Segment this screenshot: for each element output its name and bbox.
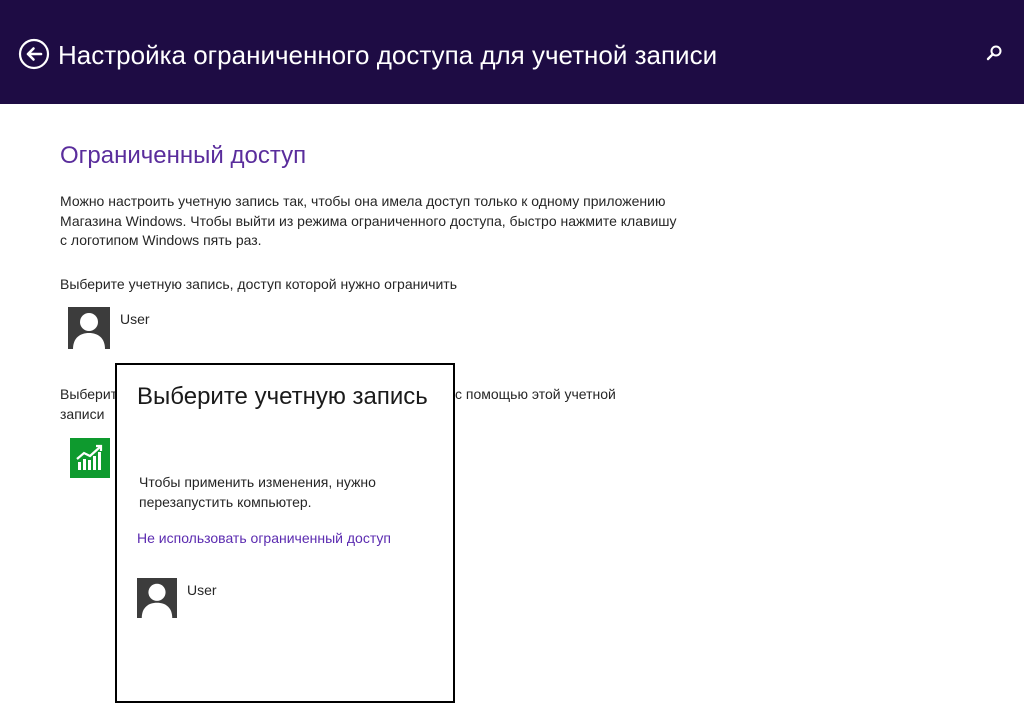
- description-text: Можно настроить учетную запись так, чтоб…: [60, 193, 677, 248]
- search-button[interactable]: [985, 44, 1003, 62]
- flyout-message: Чтобы применить изменения, нужно перезап…: [139, 474, 376, 510]
- account-name: User: [120, 311, 150, 327]
- page-title: Настройка ограниченного доступа для учет…: [58, 40, 718, 70]
- choose-account-flyout: Выберите учетную запись Чтобы применить …: [115, 363, 455, 703]
- flyout-account-name: User: [187, 582, 217, 598]
- account-tile-user[interactable]: User: [68, 307, 268, 351]
- user-avatar-icon: [137, 578, 177, 618]
- flyout-account-user[interactable]: User: [137, 578, 357, 622]
- app-tile-finance[interactable]: [70, 438, 110, 478]
- section-title: Ограниченный доступ: [60, 142, 307, 169]
- choose-app-label-continued: с помощью этой учетной: [455, 386, 616, 402]
- choose-account-label: Выберите учетную запись, доступ которой …: [60, 276, 457, 292]
- header-bar: Настройка ограниченного доступа для учет…: [0, 0, 1024, 104]
- back-arrow-icon: [18, 38, 50, 70]
- finance-app-icon: [76, 444, 103, 470]
- search-icon: [986, 45, 1002, 61]
- disable-assigned-access-link[interactable]: Не использовать ограниченный доступ: [137, 529, 391, 547]
- back-button[interactable]: [18, 38, 50, 70]
- user-avatar-icon: [68, 307, 110, 349]
- flyout-title: Выберите учетную запись: [137, 383, 428, 410]
